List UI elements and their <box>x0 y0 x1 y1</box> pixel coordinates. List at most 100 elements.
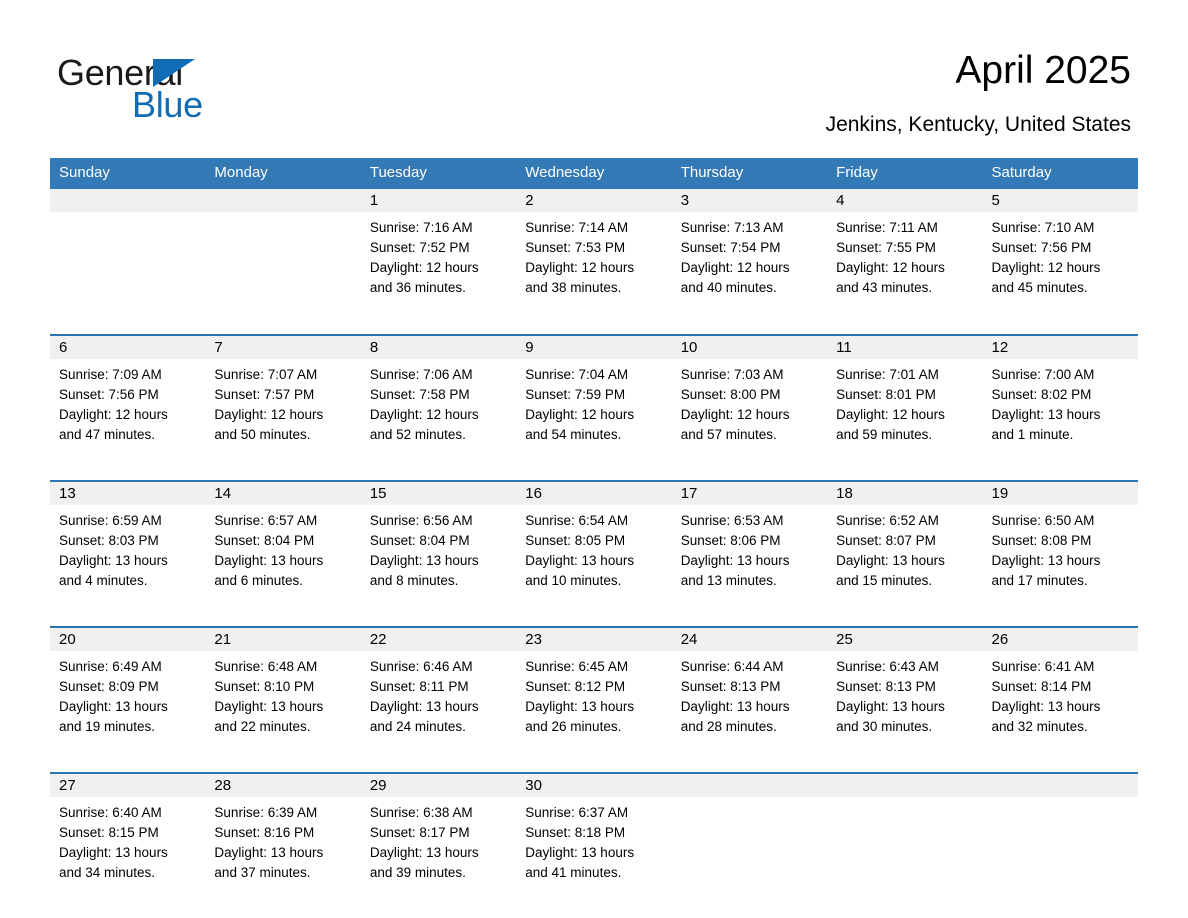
calendar-day-cell[interactable]: 14 Sunrise: 6:57 AM Sunset: 8:04 PM Dayligh… <box>205 481 361 616</box>
sunset-text: Sunset: 8:12 PM <box>525 679 626 694</box>
weekday-header-sunday: Sunday <box>50 158 206 189</box>
daylight-line2-text: and 15 minutes. <box>836 573 933 588</box>
day-details: Sunrise: 6:41 AM Sunset: 8:14 PM Daylight:… <box>983 651 1138 737</box>
sunset-text: Sunset: 8:04 PM <box>369 533 470 548</box>
calendar-day-cell[interactable]: 27 Sunrise: 6:40 AM Sunset: 8:15 PM Dayligh… <box>50 773 206 908</box>
general-blue-logo[interactable]: General Blue <box>57 52 317 128</box>
calendar-day-cell[interactable]: 15 Sunrise: 6:56 AM Sunset: 8:04 PM Dayligh… <box>360 481 517 616</box>
daylight-line2-text: and 54 minutes. <box>525 427 622 442</box>
calendar-day-cell[interactable]: 10 Sunrise: 7:03 AM Sunset: 8:00 PM Dayligh… <box>671 335 828 470</box>
calendar-day-cell[interactable]: 24 Sunrise: 6:44 AM Sunset: 8:13 PM Dayligh… <box>671 627 828 762</box>
day-details: Sunrise: 7:01 AM Sunset: 8:01 PM Daylight:… <box>827 359 982 445</box>
calendar-day-cell[interactable]: 3 Sunrise: 7:13 AM Sunset: 7:54 PM Daylight… <box>671 189 828 324</box>
sunset-text: Sunset: 8:15 PM <box>59 825 159 840</box>
sunset-text: Sunset: 8:05 PM <box>525 533 626 548</box>
calendar-day-cell[interactable]: 2 Sunrise: 7:14 AM Sunset: 7:53 PM Daylight… <box>516 189 672 324</box>
daylight-line1-text: Daylight: 12 hours <box>991 260 1101 275</box>
day-details: Sunrise: 6:59 AM Sunset: 8:03 PM Daylight:… <box>50 505 205 591</box>
week-spacer-cell <box>50 324 1138 335</box>
calendar-day-cell[interactable]: 9 Sunrise: 7:04 AM Sunset: 7:59 PM Daylight… <box>516 335 672 470</box>
day-number: 3 <box>671 189 828 212</box>
calendar-day-cell[interactable]: 28 Sunrise: 6:39 AM Sunset: 8:16 PM Dayligh… <box>205 773 361 908</box>
day-details: Sunrise: 6:44 AM Sunset: 8:13 PM Daylight:… <box>672 651 827 737</box>
daylight-line1-text: Daylight: 13 hours <box>525 699 635 714</box>
weekday-header-wednesday: Wednesday <box>516 158 672 189</box>
day-number: 7 <box>205 336 361 359</box>
day-details: Sunrise: 7:10 AM Sunset: 7:56 PM Daylight:… <box>983 212 1138 298</box>
calendar-week-row: 1 Sunrise: 7:16 AM Sunset: 7:52 PM Daylight… <box>50 189 1138 324</box>
calendar-day-cell[interactable]: 12 Sunrise: 7:00 AM Sunset: 8:02 PM Dayligh… <box>982 335 1138 470</box>
calendar-day-cell[interactable]: 6 Sunrise: 7:09 AM Sunset: 7:56 PM Daylight… <box>50 335 206 470</box>
calendar-day-cell[interactable]: 11 Sunrise: 7:01 AM Sunset: 8:01 PM Dayligh… <box>827 335 983 470</box>
calendar-day-cell[interactable]: 25 Sunrise: 6:43 AM Sunset: 8:13 PM Dayligh… <box>827 627 983 762</box>
day-number: 23 <box>516 628 672 651</box>
daylight-line2-text: and 36 minutes. <box>369 280 466 295</box>
calendar-day-cell[interactable]: 23 Sunrise: 6:45 AM Sunset: 8:12 PM Dayligh… <box>516 627 672 762</box>
calendar-day-cell[interactable]: 26 Sunrise: 6:41 AM Sunset: 8:14 PM Dayligh… <box>982 627 1138 762</box>
sunset-text: Sunset: 8:01 PM <box>836 387 936 402</box>
day-number: 24 <box>671 628 828 651</box>
daylight-line2-text: and 28 minutes. <box>680 719 777 734</box>
calendar-day-cell[interactable]: 29 Sunrise: 6:38 AM Sunset: 8:17 PM Dayligh… <box>360 773 517 908</box>
calendar-day-cell[interactable]: 4 Sunrise: 7:11 AM Sunset: 7:55 PM Daylight… <box>827 189 983 324</box>
day-details: Sunrise: 6:40 AM Sunset: 8:15 PM Daylight:… <box>50 797 205 883</box>
weekday-header-thursday: Thursday <box>671 158 828 189</box>
sunset-text: Sunset: 8:13 PM <box>680 679 781 694</box>
sunrise-text: Sunrise: 6:57 AM <box>214 513 318 528</box>
day-number: 19 <box>982 482 1138 505</box>
daylight-line2-text: and 43 minutes. <box>836 280 933 295</box>
calendar-day-cell[interactable]: 30 Sunrise: 6:37 AM Sunset: 8:18 PM Dayligh… <box>516 773 672 908</box>
day-details: Sunrise: 6:52 AM Sunset: 8:07 PM Daylight:… <box>827 505 982 591</box>
sunrise-text: Sunrise: 7:10 AM <box>991 220 1095 235</box>
day-details: Sunrise: 6:45 AM Sunset: 8:12 PM Daylight:… <box>516 651 671 737</box>
calendar-day-cell[interactable]: 5 Sunrise: 7:10 AM Sunset: 7:56 PM Daylight… <box>982 189 1138 324</box>
day-details: Sunrise: 6:53 AM Sunset: 8:06 PM Daylight:… <box>672 505 827 591</box>
daylight-line2-text: and 4 minutes. <box>59 573 148 588</box>
daylight-line1-text: Daylight: 12 hours <box>680 407 790 422</box>
daylight-line1-text: Daylight: 12 hours <box>836 407 945 422</box>
calendar-day-cell[interactable]: 21 Sunrise: 6:48 AM Sunset: 8:10 PM Dayligh… <box>205 627 361 762</box>
daylight-line2-text: and 19 minutes. <box>59 719 156 734</box>
calendar-day-cell[interactable]: 16 Sunrise: 6:54 AM Sunset: 8:05 PM Dayligh… <box>516 481 672 616</box>
sunrise-text: Sunrise: 7:06 AM <box>369 367 473 382</box>
calendar-day-cell[interactable]: 17 Sunrise: 6:53 AM Sunset: 8:06 PM Dayligh… <box>671 481 828 616</box>
day-number: 22 <box>360 628 517 651</box>
calendar-day-cell-empty <box>671 773 828 908</box>
daylight-line1-text: Daylight: 13 hours <box>214 699 324 714</box>
calendar-day-cell[interactable]: 7 Sunrise: 7:07 AM Sunset: 7:57 PM Daylight… <box>205 335 361 470</box>
sunset-text: Sunset: 7:54 PM <box>680 240 781 255</box>
week-spacer <box>50 324 1138 335</box>
calendar-day-cell[interactable]: 18 Sunrise: 6:52 AM Sunset: 8:07 PM Dayligh… <box>827 481 983 616</box>
day-number: 1 <box>360 189 517 212</box>
calendar-day-cell[interactable]: 8 Sunrise: 7:06 AM Sunset: 7:58 PM Daylight… <box>360 335 517 470</box>
calendar-day-cell[interactable]: 19 Sunrise: 6:50 AM Sunset: 8:08 PM Dayligh… <box>982 481 1138 616</box>
daylight-line1-text: Daylight: 13 hours <box>836 553 945 568</box>
calendar-day-cell[interactable]: 1 Sunrise: 7:16 AM Sunset: 7:52 PM Daylight… <box>360 189 517 324</box>
page-header: General Blue April 2025 Jenkins, Kentuck… <box>0 0 1188 155</box>
calendar-day-cell[interactable]: 22 Sunrise: 6:46 AM Sunset: 8:11 PM Dayligh… <box>360 627 517 762</box>
day-details: Sunrise: 6:39 AM Sunset: 8:16 PM Daylight:… <box>205 797 360 883</box>
sunset-text: Sunset: 8:13 PM <box>836 679 936 694</box>
daylight-line1-text: Daylight: 13 hours <box>369 553 479 568</box>
day-number: 11 <box>827 336 983 359</box>
calendar-day-cell[interactable]: 13 Sunrise: 6:59 AM Sunset: 8:03 PM Dayligh… <box>50 481 206 616</box>
daylight-line2-text: and 40 minutes. <box>680 280 777 295</box>
daylight-line1-text: Daylight: 13 hours <box>680 553 790 568</box>
day-number: 27 <box>50 774 206 797</box>
sunset-text: Sunset: 7:55 PM <box>836 240 936 255</box>
sunrise-text: Sunrise: 7:00 AM <box>991 367 1095 382</box>
calendar-table: Sunday Monday Tuesday Wednesday Thursday… <box>50 158 1138 908</box>
day-details: Sunrise: 6:54 AM Sunset: 8:05 PM Daylight:… <box>516 505 671 591</box>
sunrise-text: Sunrise: 7:03 AM <box>680 367 784 382</box>
calendar-body: 1 Sunrise: 7:16 AM Sunset: 7:52 PM Daylight… <box>50 189 1138 908</box>
daylight-line1-text: Daylight: 13 hours <box>59 845 168 860</box>
weekday-header-monday: Monday <box>205 158 361 189</box>
day-details: Sunrise: 7:07 AM Sunset: 7:57 PM Daylight:… <box>205 359 360 445</box>
daylight-line1-text: Daylight: 12 hours <box>836 260 945 275</box>
sunset-text: Sunset: 7:56 PM <box>59 387 159 402</box>
day-number: 21 <box>205 628 361 651</box>
daylight-line1-text: Daylight: 13 hours <box>369 845 479 860</box>
sunset-text: Sunset: 8:09 PM <box>59 679 159 694</box>
calendar-day-cell[interactable]: 20 Sunrise: 6:49 AM Sunset: 8:09 PM Dayligh… <box>50 627 206 762</box>
sunrise-text: Sunrise: 6:46 AM <box>369 659 473 674</box>
